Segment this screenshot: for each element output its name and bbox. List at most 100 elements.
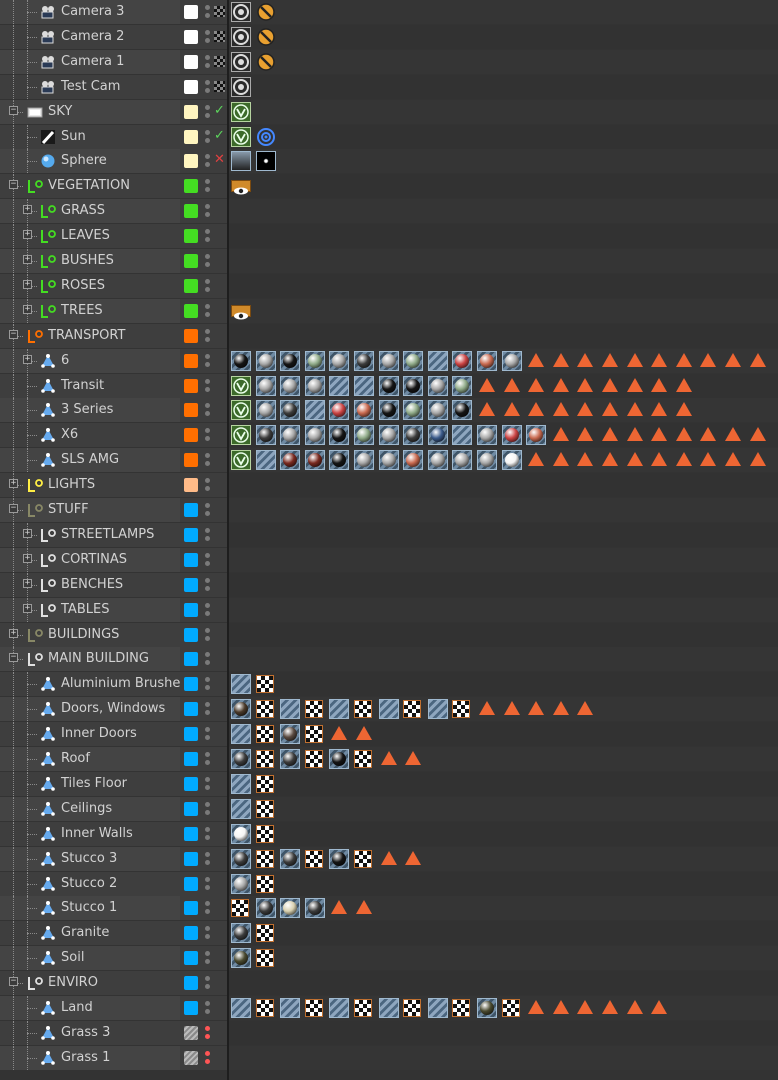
- collapse-toggle-icon[interactable]: −: [9, 105, 18, 115]
- object-label[interactable]: 3 Series: [61, 402, 113, 418]
- object-label[interactable]: Land: [61, 1000, 93, 1016]
- layer-color-swatch[interactable]: [184, 727, 198, 742]
- material-tag-icon[interactable]: [304, 350, 325, 371]
- layer-color-swatch[interactable]: [184, 851, 198, 866]
- object-label[interactable]: SLS AMG: [61, 452, 119, 468]
- layer-color-swatch[interactable]: [184, 229, 198, 244]
- object-name-cell[interactable]: + LEAVES: [0, 224, 180, 249]
- camera-tag-icon[interactable]: [231, 26, 251, 47]
- layer-color-swatch[interactable]: [184, 353, 198, 368]
- object-label[interactable]: STREETLAMPS: [61, 527, 154, 543]
- texture-tag-icon[interactable]: [255, 700, 274, 719]
- object-label[interactable]: TREES: [61, 303, 103, 319]
- object-label[interactable]: Test Cam: [61, 79, 120, 95]
- layer-color-swatch[interactable]: [184, 154, 198, 169]
- layer-color-swatch[interactable]: [184, 29, 198, 44]
- warning-triangle-icon[interactable]: [651, 402, 668, 417]
- material-tag-icon[interactable]: [477, 998, 497, 1018]
- object-row[interactable]: + BUSHES: [0, 249, 778, 273]
- warning-triangle-icon[interactable]: [749, 352, 766, 367]
- object-row[interactable]: SLS AMG: [0, 448, 778, 473]
- material-tag-icon[interactable]: [378, 425, 399, 446]
- material-tag-icon[interactable]: [477, 425, 497, 446]
- visibility-dots[interactable]: [205, 876, 211, 891]
- warning-triangle-icon[interactable]: [602, 452, 618, 467]
- layer-color-swatch[interactable]: [184, 303, 198, 318]
- warning-triangle-icon[interactable]: [528, 352, 545, 367]
- layer-color-swatch[interactable]: [184, 428, 198, 443]
- object-name-cell[interactable]: Ceilings: [0, 796, 180, 821]
- material-tag-icon[interactable]: [427, 699, 448, 720]
- object-row[interactable]: + CORTINAS: [0, 547, 778, 572]
- enabled-check-icon[interactable]: ✓: [214, 103, 225, 119]
- material-tag-icon[interactable]: [280, 998, 301, 1018]
- warning-triangle-icon[interactable]: [503, 402, 520, 417]
- object-row[interactable]: Transit: [0, 373, 778, 398]
- object-label[interactable]: Roof: [61, 751, 90, 767]
- texture-tag-icon[interactable]: [255, 849, 274, 868]
- material-tag-icon[interactable]: [231, 923, 251, 944]
- expand-toggle-icon[interactable]: +: [9, 628, 18, 638]
- material-tag-icon[interactable]: [280, 898, 301, 919]
- visibility-dots[interactable]: [205, 29, 211, 44]
- object-row[interactable]: + GRASS: [0, 199, 778, 224]
- vray-tag-icon[interactable]: [231, 400, 251, 421]
- material-tag-icon[interactable]: [231, 674, 251, 695]
- layer-color-swatch[interactable]: [184, 826, 198, 841]
- layer-color-swatch[interactable]: [184, 129, 198, 144]
- warning-triangle-icon[interactable]: [651, 352, 668, 367]
- material-tag-icon[interactable]: [427, 375, 448, 396]
- material-tag-icon[interactable]: [231, 798, 251, 819]
- warning-triangle-icon[interactable]: [331, 726, 348, 741]
- expand-toggle-icon[interactable]: +: [23, 279, 32, 289]
- warning-triangle-icon[interactable]: [405, 751, 422, 765]
- object-row[interactable]: − MAIN BUILDING: [0, 647, 778, 672]
- object-row[interactable]: Tiles Floor: [0, 771, 778, 796]
- layer-color-swatch[interactable]: [184, 179, 198, 194]
- column-divider[interactable]: [227, 0, 229, 1080]
- layer-color-swatch[interactable]: [184, 254, 198, 268]
- visibility-dots[interactable]: [205, 428, 211, 442]
- texture-tag-icon[interactable]: [255, 675, 274, 694]
- material-tag-icon[interactable]: [280, 749, 301, 769]
- texture-tag-icon[interactable]: [452, 999, 471, 1017]
- expand-toggle-icon[interactable]: +: [23, 354, 32, 364]
- object-row[interactable]: − TRANSPORT: [0, 323, 778, 348]
- texture-tag-icon[interactable]: [354, 700, 372, 719]
- warning-triangle-icon[interactable]: [626, 1000, 643, 1014]
- vray-tag-icon[interactable]: [231, 450, 251, 471]
- warning-triangle-icon[interactable]: [405, 850, 422, 865]
- object-name-cell[interactable]: Stucco 3: [0, 846, 180, 871]
- texture-tag-icon[interactable]: [304, 849, 323, 868]
- material-tag-icon[interactable]: [378, 375, 399, 396]
- material-tag-icon[interactable]: [280, 425, 301, 446]
- material-tag-icon[interactable]: [231, 948, 251, 969]
- object-label[interactable]: STUFF: [48, 502, 89, 518]
- warning-triangle-icon[interactable]: [552, 427, 569, 442]
- object-label[interactable]: Soil: [61, 950, 84, 966]
- material-tag-icon[interactable]: [231, 873, 251, 894]
- material-tag-icon[interactable]: [231, 998, 251, 1018]
- warning-triangle-icon[interactable]: [380, 751, 397, 765]
- layer-color-swatch[interactable]: [184, 54, 198, 69]
- warning-triangle-icon[interactable]: [626, 452, 643, 467]
- visibility-dots[interactable]: [205, 851, 211, 866]
- visibility-dots[interactable]: [205, 378, 211, 393]
- material-tag-icon[interactable]: [501, 450, 522, 471]
- object-row[interactable]: Inner Doors: [0, 722, 778, 747]
- object-name-cell[interactable]: − STUFF: [0, 498, 180, 522]
- visibility-dots[interactable]: [205, 129, 211, 144]
- material-tag-icon[interactable]: [231, 151, 251, 172]
- visibility-dots[interactable]: [205, 179, 211, 193]
- warning-triangle-icon[interactable]: [577, 402, 594, 417]
- object-label[interactable]: Tiles Floor: [61, 776, 127, 792]
- visibility-dots[interactable]: [205, 577, 211, 592]
- layer-color-swatch[interactable]: [184, 5, 198, 19]
- layer-color-swatch[interactable]: [184, 627, 198, 642]
- warning-triangle-icon[interactable]: [725, 427, 741, 442]
- object-label[interactable]: Stucco 3: [61, 851, 117, 867]
- warning-triangle-icon[interactable]: [626, 427, 643, 442]
- visibility-dots[interactable]: [205, 627, 211, 642]
- layer-color-swatch[interactable]: [184, 104, 198, 119]
- object-label[interactable]: Aluminium Brushed: [61, 676, 189, 692]
